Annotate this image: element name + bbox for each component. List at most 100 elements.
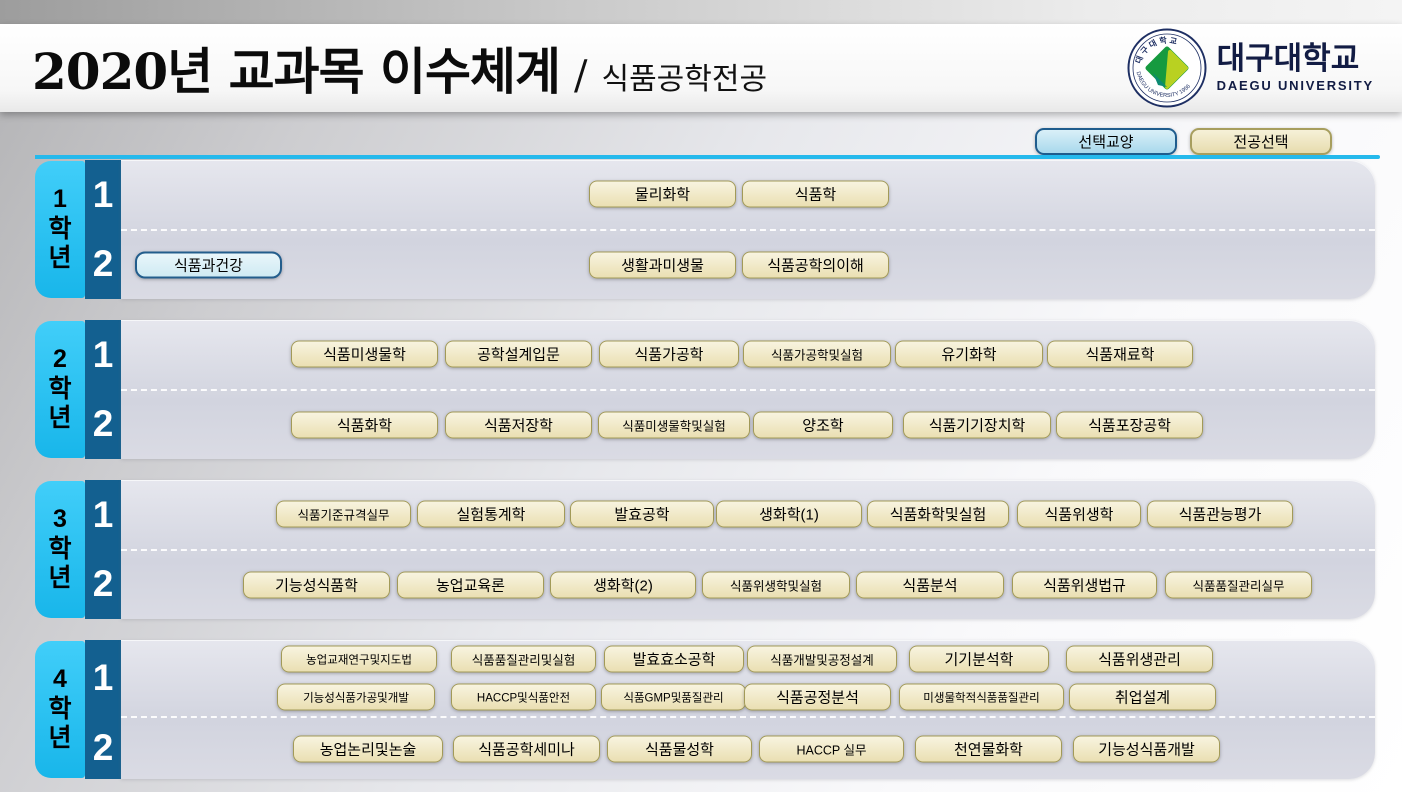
- course-button[interactable]: 식품화학: [291, 411, 438, 438]
- course-button[interactable]: 농업교육론: [397, 571, 544, 598]
- course-button[interactable]: 발효효소공학: [604, 646, 744, 673]
- course-button[interactable]: 양조학: [753, 411, 893, 438]
- year-section-4: 4학년12농업교재연구및지도법식품품질관리및실험발효효소공학식품개발및공정설계기…: [35, 640, 1375, 779]
- slide-header: 2020년 교과목 이수체계 / 식품공학전공 대 구 대 학 교 DAEGU …: [0, 24, 1402, 112]
- course-button[interactable]: 식품분석: [856, 571, 1004, 598]
- course-button[interactable]: 생화학(2): [550, 571, 696, 598]
- course-button[interactable]: 식품위생법규: [1012, 571, 1157, 598]
- course-button[interactable]: 식품미생물학: [291, 341, 438, 368]
- year-label-line: 학: [48, 695, 71, 725]
- course-row: 농업논리및논술 식품공학세미나 식품물성학 HACCP 실무 천연물화학 기능성식품개발: [121, 718, 1375, 779]
- semester-1-lane: 식품미생물학 공학설계입문 식품가공학식품가공학및실험유기화학식품재료학: [121, 320, 1375, 391]
- page-title: 2020년 교과목 이수체계: [32, 32, 560, 104]
- course-button[interactable]: 미생물학적식품품질관리: [899, 684, 1064, 711]
- semester-number: 1: [85, 640, 121, 716]
- course-button[interactable]: 취업설계: [1069, 684, 1216, 711]
- semester-number: 2: [85, 230, 121, 300]
- course-button[interactable]: 식품공학의이해: [742, 251, 889, 278]
- course-button[interactable]: 식품저장학: [445, 411, 592, 438]
- legend-liberal-elective-button[interactable]: 선택교양: [1035, 128, 1177, 155]
- course-row: 농업교재연구및지도법 식품품질관리및실험 발효효소공학식품개발및공정설계 기기분석학 식…: [121, 640, 1375, 678]
- year-label-tab: 4학년: [35, 641, 85, 778]
- years: 1학년12물리화학식품학식품과건강생활과미생물식품공학의이해2학년12식품미생물…: [0, 160, 1402, 779]
- semester-1-lane: 농업교재연구및지도법식품품질관리및실험발효효소공학식품개발및공정설계기기분석학식…: [121, 640, 1375, 718]
- course-button[interactable]: 식품재료학: [1047, 341, 1193, 368]
- course-button[interactable]: HACCP 실무: [759, 735, 904, 762]
- course-button[interactable]: 식품물성학: [607, 735, 752, 762]
- course-button[interactable]: 기능성식품가공및개발: [277, 684, 435, 711]
- university-seal-icon: 대 구 대 학 교 DAEGU UNIVERSITY 1956: [1127, 28, 1207, 108]
- cyan-accent-line: [35, 155, 1380, 159]
- year-label-line: 학: [48, 215, 71, 245]
- course-button[interactable]: 식품공정분석: [744, 684, 891, 711]
- year-label-line: 4: [53, 665, 67, 695]
- year-label-line: 학: [48, 535, 71, 565]
- year-label-line: 년: [48, 724, 71, 754]
- course-button[interactable]: 농업논리및논술: [293, 735, 443, 762]
- course-button[interactable]: 식품위생학: [1017, 501, 1141, 528]
- year-section-2: 2학년12식품미생물학공학설계입문식품가공학식품가공학및실험유기화학식품재료학식…: [35, 320, 1375, 459]
- course-button[interactable]: 식품개발및공정설계: [747, 646, 897, 673]
- section-body: 농업교재연구및지도법식품품질관리및실험발효효소공학식품개발및공정설계기기분석학식…: [121, 640, 1375, 779]
- course-button[interactable]: HACCP및식품안전: [451, 684, 596, 711]
- year-label-line: 년: [48, 244, 71, 274]
- course-button[interactable]: 식품GMP및품질관리: [601, 684, 746, 711]
- year-label-line: 3: [53, 505, 67, 535]
- course-button[interactable]: 천연물화학: [915, 735, 1062, 762]
- course-button[interactable]: 생활과미생물: [589, 251, 736, 278]
- semester-number: 2: [85, 716, 121, 779]
- page-subtitle: 식품공학전공: [601, 54, 767, 98]
- course-button[interactable]: 기능성식품학: [243, 571, 390, 598]
- semester-1-lane: 식품기준규격실무실험통계학발효공학생화학(1)식품화학및실험 식품위생학식품관능평…: [121, 480, 1375, 551]
- semester-1-lane: 물리화학식품학: [121, 160, 1375, 231]
- semester-number: 1: [85, 320, 121, 390]
- course-row: 식품기준규격실무실험통계학발효공학생화학(1)식품화학및실험 식품위생학식품관능평…: [121, 480, 1375, 549]
- year-label-line: 년: [48, 404, 71, 434]
- course-button[interactable]: 생화학(1): [716, 501, 862, 528]
- course-button[interactable]: 식품위생학및실험: [702, 571, 850, 598]
- semester-number-column: 12: [85, 320, 121, 459]
- semester-number: 1: [85, 480, 121, 550]
- top-gradient-bar: [0, 0, 1402, 24]
- university-name-block: 대구대학교 DAEGU UNIVERSITY: [1217, 43, 1374, 94]
- semester-number: 2: [85, 550, 121, 620]
- course-button[interactable]: 식품화학및실험: [867, 501, 1009, 528]
- university-name-ko: 대구대학교: [1217, 43, 1374, 76]
- course-button[interactable]: 식품과건강: [135, 251, 282, 278]
- year-label-line: 2: [53, 345, 67, 375]
- course-button[interactable]: 식품품질관리및실험: [451, 646, 596, 673]
- semester-2-lane: 식품과건강 생활과미생물식품공학의이해: [121, 231, 1375, 300]
- course-button[interactable]: 식품공학세미나: [453, 735, 600, 762]
- course-button[interactable]: 유기화학: [895, 341, 1043, 368]
- course-button[interactable]: 식품포장공학: [1056, 411, 1203, 438]
- semester-number: 2: [85, 390, 121, 460]
- course-button[interactable]: 식품기준규격실무: [276, 501, 411, 528]
- university-logo: 대 구 대 학 교 DAEGU UNIVERSITY 1956 대구대학교 DA…: [1127, 28, 1382, 108]
- semester-number-column: 12: [85, 160, 121, 299]
- course-button[interactable]: 식품미생물학및실험: [598, 411, 750, 438]
- course-button[interactable]: 식품기기장치학: [903, 411, 1051, 438]
- course-button[interactable]: 식품관능평가: [1147, 501, 1293, 528]
- course-button[interactable]: 식품가공학: [599, 341, 739, 368]
- section-body: 물리화학식품학식품과건강 생활과미생물식품공학의이해: [121, 160, 1375, 299]
- course-row: 식품과건강 생활과미생물식품공학의이해: [121, 231, 1375, 300]
- course-button[interactable]: 실험통계학: [417, 501, 565, 528]
- course-button[interactable]: 발효공학: [570, 501, 714, 528]
- course-button[interactable]: 식품가공학및실험: [743, 341, 891, 368]
- course-button[interactable]: 식품품질관리실무: [1165, 571, 1312, 598]
- year-section-1: 1학년12물리화학식품학식품과건강생활과미생물식품공학의이해: [35, 160, 1375, 299]
- title-separator: /: [574, 53, 587, 99]
- course-button[interactable]: 물리화학: [589, 181, 736, 208]
- course-button[interactable]: 농업교재연구및지도법: [281, 646, 437, 673]
- course-button[interactable]: 기능성식품개발: [1073, 735, 1220, 762]
- section-body: 식품미생물학 공학설계입문 식품가공학식품가공학및실험유기화학식품재료학식품화학 식품…: [121, 320, 1375, 459]
- legend-major-elective-button[interactable]: 전공선택: [1190, 128, 1332, 155]
- course-button[interactable]: 공학설계입문: [445, 341, 592, 368]
- course-button[interactable]: 식품위생관리: [1066, 646, 1213, 673]
- year-label-line: 년: [48, 564, 71, 594]
- course-button[interactable]: 기기분석학: [909, 646, 1049, 673]
- semester-number-column: 12: [85, 480, 121, 619]
- year-label-tab: 3학년: [35, 481, 85, 618]
- course-row: 물리화학식품학: [121, 160, 1375, 229]
- course-button[interactable]: 식품학: [742, 181, 889, 208]
